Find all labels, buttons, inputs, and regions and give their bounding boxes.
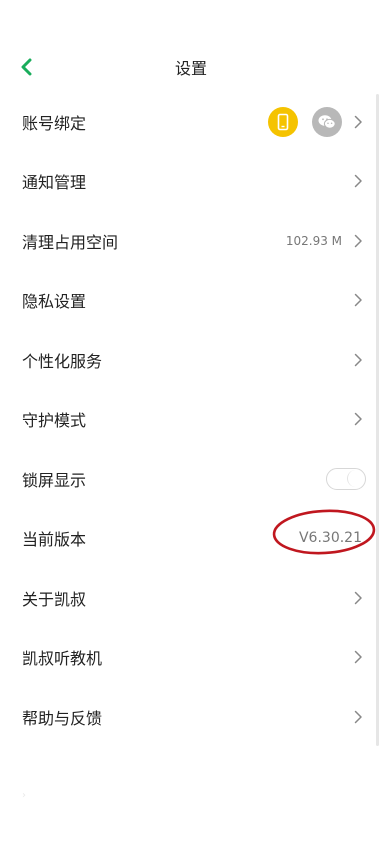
settings-item-account-binding[interactable]: 账号绑定 (0, 92, 382, 152)
settings-item-label: 隐私设置 (22, 292, 87, 312)
chevron-right-icon (352, 173, 364, 189)
chevron-right-icon (352, 352, 364, 368)
chevron-right-icon (352, 233, 364, 249)
toggle-knob (347, 469, 364, 487)
settings-item-guardian-mode[interactable]: 守护模式 (0, 390, 382, 450)
chevron-right-icon (352, 114, 364, 130)
settings-item-label: 账号绑定 (22, 113, 87, 133)
chevron-right-icon (352, 292, 364, 308)
settings-item-label: 通知管理 (22, 173, 87, 193)
settings-item-personalization[interactable]: 个性化服务 (0, 330, 382, 390)
lockscreen-toggle[interactable] (326, 467, 366, 490)
settings-item-about[interactable]: 关于凯叔 (0, 568, 382, 628)
cache-size-value: 102.93 M (285, 233, 342, 248)
settings-item-label: 帮助与反馈 (22, 708, 103, 728)
settings-item-label: 关于凯叔 (22, 589, 87, 609)
settings-list: 账号绑定 通知管理 清理占用空间 102.93 M 隐私设置 个性化服务 守护模… (0, 92, 382, 747)
chevron-right-icon (352, 411, 364, 427)
bound-accounts (268, 106, 342, 137)
settings-item-clear-space[interactable]: 清理占用空间 102.93 M (0, 211, 382, 271)
version-container: V6.30.21 (272, 509, 376, 555)
top-bar: 设置 (0, 40, 382, 94)
settings-item-privacy[interactable]: 隐私设置 (0, 271, 382, 331)
phone-icon (277, 113, 289, 131)
settings-item-label: 守护模式 (22, 411, 87, 431)
wechat-badge (312, 106, 342, 137)
settings-item-teaching-device[interactable]: 凯叔听教机 (0, 628, 382, 688)
settings-item-help-feedback[interactable]: 帮助与反馈 (0, 687, 382, 747)
settings-item-label: 锁屏显示 (22, 470, 87, 490)
settings-item-label: 凯叔听教机 (22, 649, 103, 669)
settings-item-label: 个性化服务 (22, 351, 103, 371)
phone-badge (268, 106, 298, 137)
version-value: V6.30.21 (298, 530, 362, 547)
faint-chevron-icon: › (22, 790, 26, 801)
settings-item-lockscreen-display: 锁屏显示 (0, 449, 382, 509)
settings-item-current-version: 当前版本 V6.30.21 (0, 509, 382, 569)
chevron-right-icon (352, 590, 364, 606)
chevron-right-icon (352, 649, 364, 665)
settings-item-label: 清理占用空间 (22, 232, 119, 252)
settings-screen: 设置 账号绑定 通知管理 清理占用空间 102.93 M 隐私设置 个性化服务 … (0, 0, 382, 850)
wechat-icon (318, 114, 336, 129)
page-title: 设置 (174, 59, 207, 78)
scrollbar[interactable] (376, 94, 379, 746)
settings-item-label: 当前版本 (22, 530, 87, 550)
chevron-right-icon (352, 709, 364, 725)
settings-item-notification[interactable]: 通知管理 (0, 152, 382, 212)
